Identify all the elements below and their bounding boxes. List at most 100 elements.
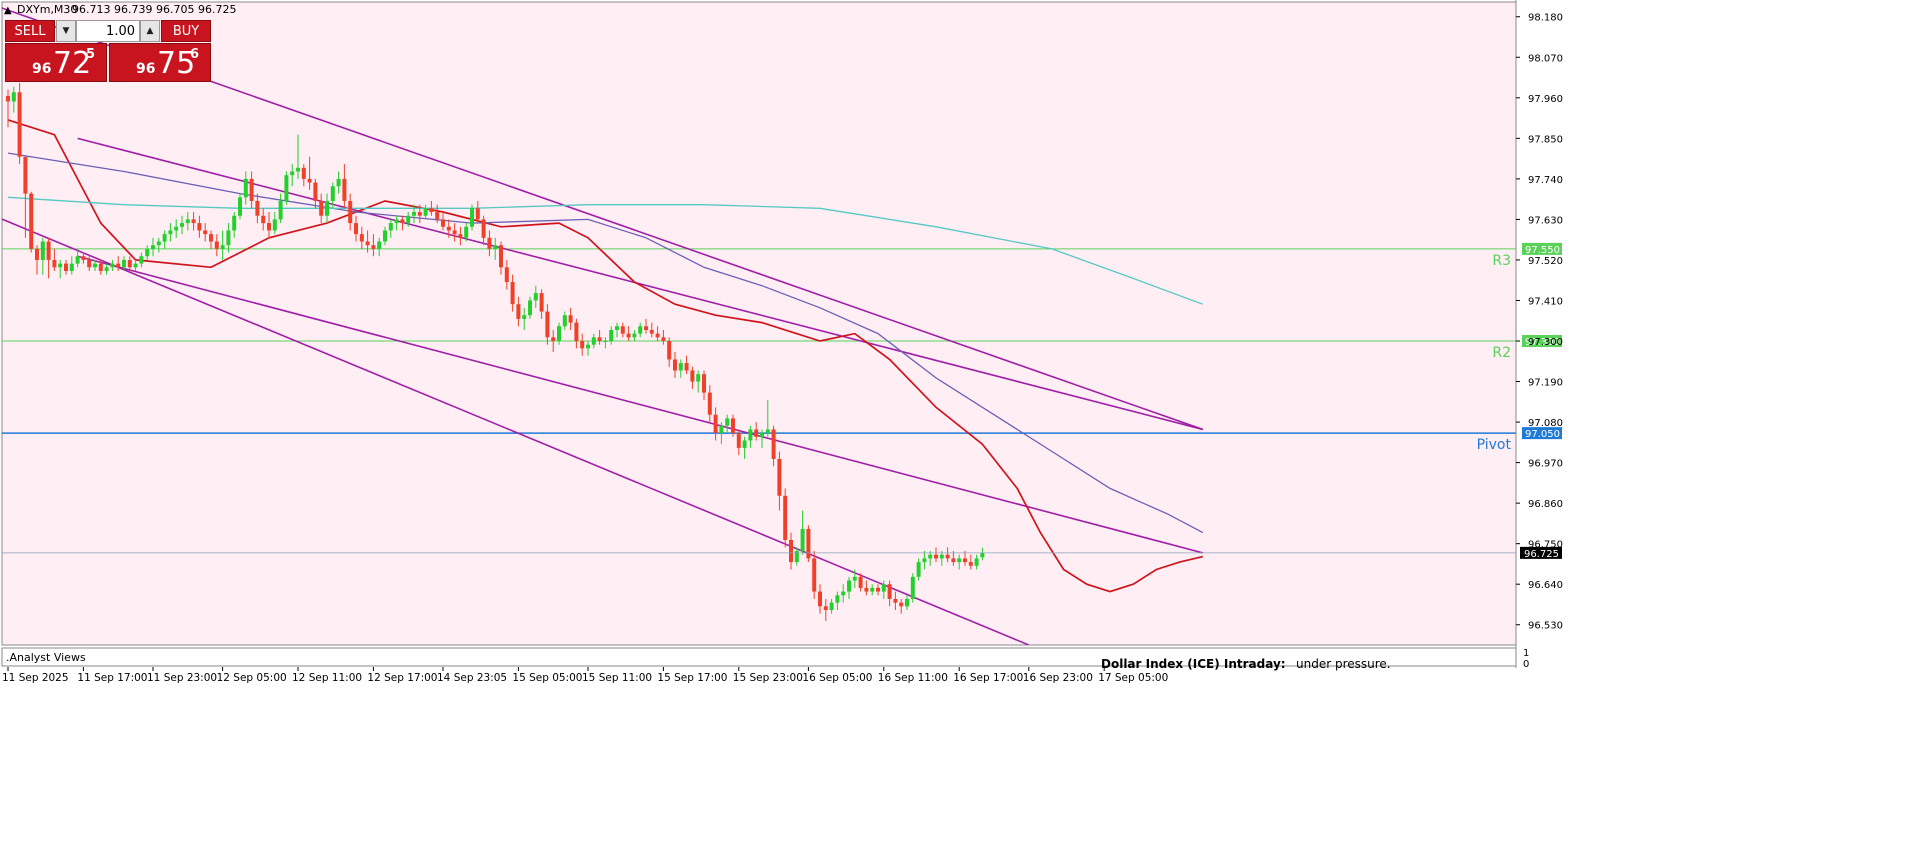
candle-body <box>945 554 950 559</box>
candle-body <box>632 333 637 338</box>
price-tick-label: 96.860 <box>1528 499 1563 510</box>
candle-body <box>499 245 503 268</box>
time-tick-label: 15 Sep 17:00 <box>657 672 727 684</box>
time-tick-label: 17 Sep 05:00 <box>1098 672 1168 684</box>
candle-body <box>644 326 648 330</box>
time-tick-label: 11 Sep 2025 <box>2 672 69 684</box>
time-tick-label: 16 Sep 11:00 <box>878 672 948 684</box>
candle-body <box>510 282 515 305</box>
candle-body <box>406 215 411 224</box>
candle-body <box>400 219 405 224</box>
candle-body <box>446 226 451 231</box>
candle-body <box>568 315 573 323</box>
indicator-panel-background[interactable] <box>1 647 1517 667</box>
candle-body <box>528 300 532 316</box>
plot-background[interactable] <box>1 1 1517 646</box>
candle-body <box>968 562 973 566</box>
candle-body <box>197 223 202 231</box>
candle-body <box>713 414 718 434</box>
candle-body <box>980 552 985 558</box>
candle-body <box>493 245 498 249</box>
buy-button[interactable]: BUY <box>161 20 211 42</box>
candle-body <box>522 315 527 319</box>
candle-body <box>893 598 898 603</box>
candle-body <box>858 576 863 588</box>
candle-body <box>899 602 904 607</box>
price-tick-label: 97.080 <box>1528 418 1563 429</box>
candle-body <box>876 587 880 592</box>
candle-body <box>615 326 619 330</box>
candle <box>238 193 242 220</box>
candle-body <box>185 219 190 224</box>
price-tick-label: 97.300 <box>1528 337 1563 348</box>
chart-window[interactable]: R3 97.550 R2 97.300 Pivot 97.050 96.725 98.18… <box>0 0 1916 840</box>
time-tick-label: 15 Sep 05:00 <box>512 672 582 684</box>
candle-body <box>771 429 776 459</box>
lot-size-input[interactable] <box>76 20 140 42</box>
candle-body <box>371 245 376 249</box>
candle-body <box>667 341 672 360</box>
candle-body <box>452 230 457 235</box>
candle-body <box>6 95 10 102</box>
candle-body <box>783 495 788 540</box>
time-tick-label: 15 Sep 23:00 <box>733 672 803 684</box>
candle-body <box>806 528 811 559</box>
candle-body <box>394 219 399 224</box>
candle-body <box>145 248 150 257</box>
candle-body <box>133 263 138 268</box>
candle-body <box>429 208 434 213</box>
candle-body <box>649 329 654 334</box>
candle-body <box>127 259 132 268</box>
candle <box>284 171 289 205</box>
candle-body <box>441 219 445 227</box>
candle-body <box>957 558 962 563</box>
candle <box>806 525 811 563</box>
level-name-pivot: Pivot <box>1477 437 1512 453</box>
candle-body <box>180 223 184 227</box>
candle-body <box>638 326 643 334</box>
candle-body <box>951 558 956 563</box>
candle-body <box>800 528 805 552</box>
symbol-arrow-icon: ▲ <box>4 5 12 16</box>
candle-body <box>690 370 695 382</box>
sell-price-button[interactable]: 96 72 5 <box>5 43 107 82</box>
candle-body <box>365 241 370 246</box>
candle-body <box>533 293 538 301</box>
candle-body <box>255 200 260 216</box>
lot-decrease-icon[interactable]: ▼ <box>56 20 76 42</box>
candle-body <box>46 241 51 260</box>
candle-body <box>719 425 724 434</box>
time-tick-label: 12 Sep 11:00 <box>292 672 362 684</box>
candle-body <box>736 433 741 448</box>
candle-body <box>23 156 28 194</box>
sell-button[interactable]: SELL <box>5 20 55 42</box>
candle-body <box>93 263 97 268</box>
candle-body <box>504 267 509 283</box>
candle-body <box>823 606 828 610</box>
candle <box>17 83 22 165</box>
candle-body <box>470 208 474 227</box>
candle-body <box>81 256 86 260</box>
candle-body <box>974 558 979 566</box>
candle <box>29 191 34 253</box>
candle-body <box>760 433 764 437</box>
candle-body <box>905 598 909 607</box>
candle-body <box>238 197 242 216</box>
candle-body <box>110 263 115 268</box>
candle-body <box>52 259 57 268</box>
candle-body <box>487 237 492 249</box>
candle <box>910 573 915 603</box>
sell-price-sup: 5 <box>86 47 96 62</box>
candle-body <box>475 208 480 220</box>
price-chart[interactable]: R397.550R297.300Pivot97.050 96.725 98.18… <box>0 0 1916 840</box>
candle-body <box>296 167 300 172</box>
candle-body <box>412 212 416 216</box>
candle-body <box>98 263 103 271</box>
candle-body <box>232 215 237 231</box>
candle-body <box>325 200 329 216</box>
candle-body <box>209 234 213 242</box>
candle-body <box>707 392 712 415</box>
price-tick-label: 97.410 <box>1528 296 1563 307</box>
buy-price-button[interactable]: 96 75 6 <box>109 43 211 82</box>
lot-increase-icon[interactable]: ▲ <box>140 20 160 42</box>
